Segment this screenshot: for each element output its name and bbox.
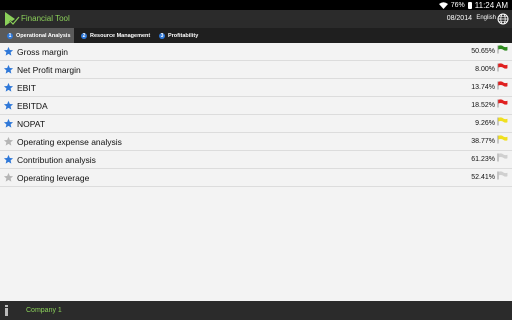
metric-label: Contribution analysis bbox=[17, 155, 96, 165]
status-bar-right: 76% 11:24 AM bbox=[438, 0, 508, 10]
metric-label: Operating expense analysis bbox=[17, 137, 122, 147]
bottom-bar: Company 1 bbox=[0, 301, 512, 320]
list-item[interactable]: Operating expense analysis 38.77% bbox=[0, 133, 512, 151]
metric-value: 8.00% bbox=[475, 66, 495, 73]
tab-label: Profitability bbox=[168, 32, 199, 39]
tab-label: Resource Management bbox=[90, 32, 151, 39]
star-icon[interactable] bbox=[3, 136, 14, 147]
status-bar: 76% 11:24 AM bbox=[0, 0, 512, 10]
info-icon[interactable] bbox=[5, 305, 8, 316]
list-item[interactable]: Gross margin 50.65% bbox=[0, 43, 512, 61]
tab-number-badge: 2 bbox=[81, 32, 87, 39]
flag-icon bbox=[497, 153, 508, 162]
star-icon[interactable] bbox=[3, 118, 14, 129]
tab-number-badge: 3 bbox=[159, 32, 165, 39]
list-item[interactable]: Net Profit margin 8.00% bbox=[0, 61, 512, 79]
metric-label: Operating leverage bbox=[17, 173, 90, 183]
flag-icon bbox=[497, 99, 508, 108]
flag-icon bbox=[497, 81, 508, 90]
tab-bar: 1 Operational Analysis 2 Resource Manage… bbox=[0, 28, 512, 43]
tab-profitability[interactable]: 3 Profitability bbox=[152, 28, 204, 43]
app-logo-icon[interactable] bbox=[4, 11, 20, 27]
tab-resource-management[interactable]: 2 Resource Management bbox=[74, 28, 152, 43]
company-selector[interactable]: Company 1 bbox=[26, 307, 62, 314]
list-item[interactable]: Operating leverage 52.41% bbox=[0, 169, 512, 187]
tab-operational-analysis[interactable]: 1 Operational Analysis bbox=[0, 28, 74, 43]
metric-value: 50.65% bbox=[471, 48, 495, 55]
battery-percent: 76% bbox=[450, 1, 465, 9]
metric-value: 38.77% bbox=[471, 138, 495, 145]
metric-value: 13.74% bbox=[471, 84, 495, 91]
tab-label: Operational Analysis bbox=[16, 32, 71, 39]
metric-label: Net Profit margin bbox=[17, 65, 81, 75]
language-selector[interactable]: English bbox=[476, 15, 496, 21]
metric-value: 18.52% bbox=[471, 102, 495, 109]
flag-icon bbox=[497, 63, 508, 72]
metric-label: EBIT bbox=[17, 83, 36, 93]
star-icon[interactable] bbox=[3, 100, 14, 111]
metric-value: 52.41% bbox=[471, 174, 495, 181]
period-selector[interactable]: 08/2014 bbox=[447, 15, 472, 22]
status-time: 11:24 AM bbox=[474, 0, 508, 10]
star-icon[interactable] bbox=[3, 46, 14, 57]
star-icon[interactable] bbox=[3, 172, 14, 183]
list-item[interactable]: Contribution analysis 61.23% bbox=[0, 151, 512, 169]
list-item[interactable]: EBIT 13.74% bbox=[0, 79, 512, 97]
metrics-list: Gross margin 50.65% Net Profit margin 8.… bbox=[0, 43, 512, 187]
battery-icon bbox=[467, 1, 472, 9]
star-icon[interactable] bbox=[3, 154, 14, 165]
star-icon[interactable] bbox=[3, 64, 14, 75]
list-item[interactable]: NOPAT 9.26% bbox=[0, 115, 512, 133]
metric-value: 9.26% bbox=[475, 120, 495, 127]
metric-label: Gross margin bbox=[17, 47, 69, 57]
flag-icon bbox=[497, 45, 508, 54]
metric-value: 61.23% bbox=[471, 156, 495, 163]
app-bar: Financial Tool 08/2014 English bbox=[0, 10, 512, 28]
wifi-icon bbox=[438, 1, 448, 9]
star-icon[interactable] bbox=[3, 82, 14, 93]
metric-label: NOPAT bbox=[17, 119, 46, 129]
flag-icon bbox=[497, 171, 508, 180]
globe-icon[interactable] bbox=[497, 13, 509, 25]
metric-label: EBITDA bbox=[17, 101, 48, 111]
list-item[interactable]: EBITDA 18.52% bbox=[0, 97, 512, 115]
flag-icon bbox=[497, 117, 508, 126]
flag-icon bbox=[497, 135, 508, 144]
tab-number-badge: 1 bbox=[7, 32, 13, 39]
app-title: Financial Tool bbox=[21, 14, 70, 23]
